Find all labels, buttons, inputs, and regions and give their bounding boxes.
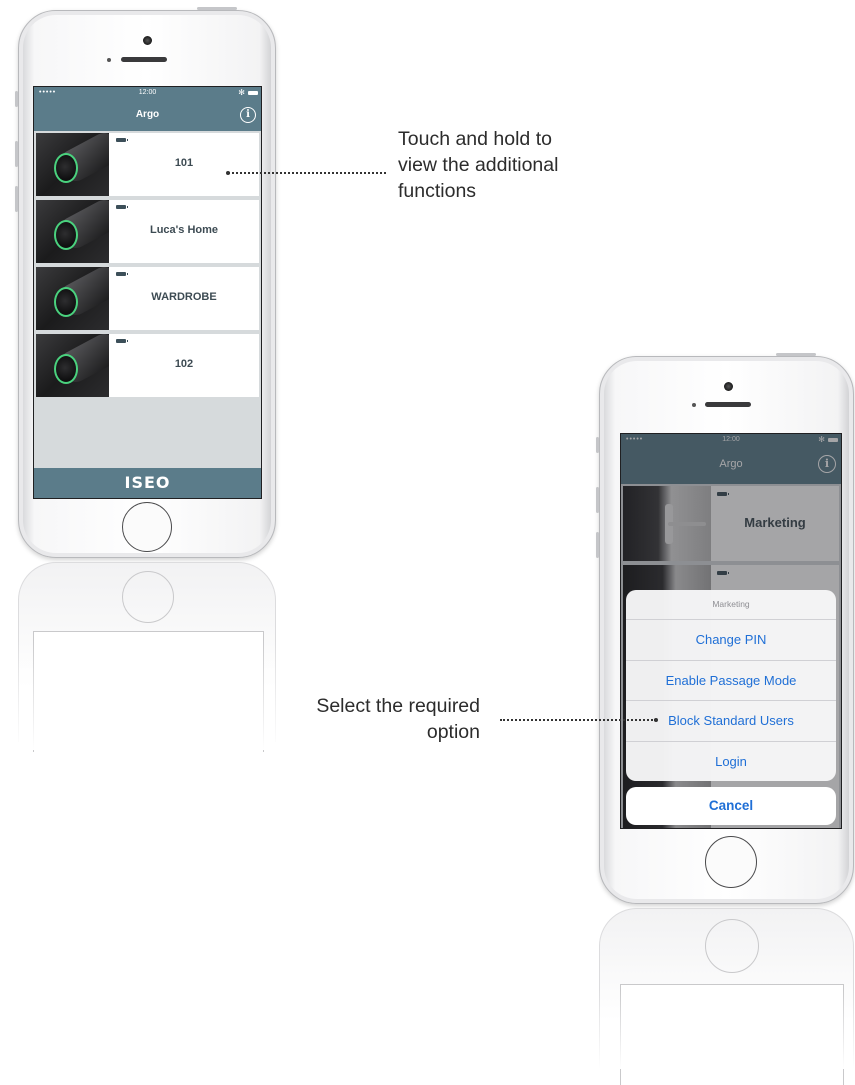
- cylinder-knob: [54, 287, 78, 317]
- screen-left: ••••• 12:00 ✻ Argo i 101 Luca's Home WAR…: [33, 86, 262, 499]
- reflection-fade: [0, 640, 300, 750]
- volume-down-button: [15, 186, 18, 212]
- battery-level-icon: [116, 339, 128, 343]
- mute-switch: [15, 91, 18, 107]
- action-sheet-title: Marketing: [626, 590, 836, 620]
- iseo-logo: ISEO: [124, 473, 171, 492]
- phone-left: ••••• 12:00 ✻ Argo i 101 Luca's Home WAR…: [15, 7, 276, 558]
- callout-line: Touch and hold to: [398, 128, 552, 150]
- lock-name: Luca's Home: [149, 224, 219, 236]
- callout-line: functions: [398, 180, 477, 202]
- power-button: [197, 7, 237, 10]
- status-time: 12:00: [138, 89, 157, 96]
- leader-dot-bottom: [654, 718, 658, 722]
- volume-down-button: [596, 532, 599, 558]
- volume-up-button: [15, 141, 18, 167]
- proximity-sensor: [692, 403, 696, 407]
- lock-image: [36, 133, 109, 196]
- power-button: [776, 353, 816, 356]
- lock-name: 101: [174, 157, 194, 169]
- home-button[interactable]: [122, 502, 172, 552]
- home-button-reflection: [705, 919, 759, 973]
- leader-dot-top: [226, 171, 230, 175]
- phone-right: ••••• 12:00 ✻ Argo i Marketing Marketing…: [596, 353, 854, 904]
- lock-image: [36, 267, 109, 330]
- lock-row-wardrobe[interactable]: WARDROBE: [36, 267, 259, 330]
- nav-title: Argo: [135, 109, 160, 120]
- navigation-bar: ••••• 12:00 ✻ Argo i: [34, 87, 261, 131]
- earpiece-speaker: [121, 57, 167, 62]
- callout-select-option: Select the required option: [280, 693, 480, 745]
- mute-switch: [596, 437, 599, 453]
- brand-footer: ISEO: [34, 468, 261, 498]
- earpiece-speaker: [705, 402, 751, 407]
- proximity-sensor: [107, 58, 111, 62]
- change-pin-option[interactable]: Change PIN: [626, 620, 836, 661]
- screen-right: ••••• 12:00 ✻ Argo i Marketing Marketing…: [620, 433, 842, 829]
- lock-row-lucas-home[interactable]: Luca's Home: [36, 200, 259, 263]
- lock-image: [36, 200, 109, 263]
- leader-line-top: [228, 172, 386, 174]
- reflection-fade: [590, 990, 855, 1069]
- cylinder-knob: [54, 220, 78, 250]
- lock-name: 102: [174, 358, 194, 370]
- callout-line: Select the required: [316, 695, 480, 717]
- cancel-button[interactable]: Cancel: [626, 787, 836, 825]
- login-option[interactable]: Login: [626, 742, 836, 782]
- enable-passage-mode-option[interactable]: Enable Passage Mode: [626, 661, 836, 701]
- volume-up-button: [596, 487, 599, 513]
- front-camera: [143, 36, 152, 45]
- lock-row-102[interactable]: 102: [36, 334, 259, 397]
- cylinder-knob: [54, 354, 78, 384]
- battery-icon: [248, 91, 258, 95]
- callout-touch-hold: Touch and hold to view the additional fu…: [398, 126, 558, 204]
- battery-level-icon: [116, 138, 128, 142]
- leader-line-bottom: [500, 719, 656, 721]
- action-sheet: Marketing Change PIN Enable Passage Mode…: [626, 590, 836, 781]
- home-button-reflection: [122, 571, 174, 623]
- lock-image: [36, 334, 109, 397]
- battery-level-icon: [116, 272, 128, 276]
- lock-name: WARDROBE: [151, 291, 217, 303]
- front-camera: [724, 382, 733, 391]
- bluetooth-icon: ✻: [238, 88, 245, 97]
- home-button[interactable]: [705, 836, 757, 888]
- callout-line: option: [426, 721, 480, 743]
- lock-row-101[interactable]: 101: [36, 133, 259, 196]
- callout-line: view the additional: [398, 154, 559, 176]
- battery-level-icon: [116, 205, 128, 209]
- info-icon[interactable]: i: [240, 107, 256, 123]
- cylinder-knob: [54, 153, 78, 183]
